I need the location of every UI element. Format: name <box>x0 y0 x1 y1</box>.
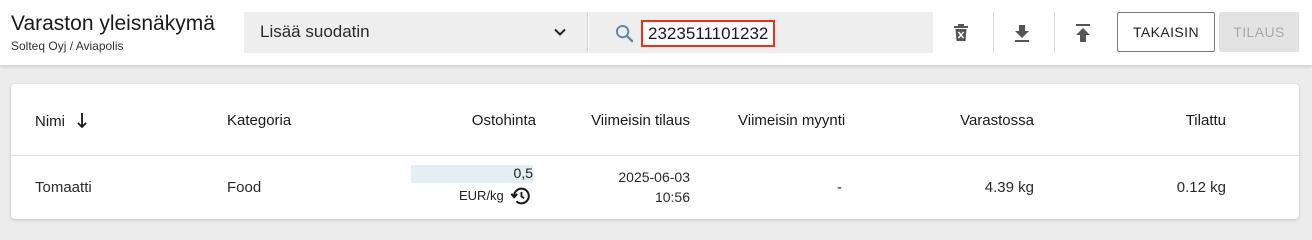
back-button[interactable]: TAKAISIN <box>1117 12 1215 52</box>
column-header-in-stock[interactable]: Varastossa <box>960 112 1034 129</box>
cell-name: Tomaatti <box>35 179 92 196</box>
upload-button[interactable] <box>1055 12 1111 53</box>
add-filter-dropdown[interactable]: Lisää suodatin <box>244 12 588 53</box>
cell-last-sale: - <box>837 179 842 196</box>
page-title: Varaston yleisnäkymä <box>11 12 215 35</box>
search-icon <box>615 24 634 43</box>
search-input[interactable]: 2323511101232 <box>641 20 776 47</box>
page-subtitle: Solteq Oyj / Aviapolis <box>11 39 124 53</box>
column-header-label: Nimi <box>35 113 65 130</box>
upload-icon <box>1076 23 1090 42</box>
order-button[interactable]: TILAUS <box>1219 12 1299 52</box>
column-header-ordered[interactable]: Tilattu <box>1186 112 1226 129</box>
cell-ordered: 0.12 kg <box>1176 179 1226 196</box>
top-bar: Varaston yleisnäkymä Solteq Oyj / Aviapo… <box>0 0 1312 66</box>
download-icon <box>1015 24 1029 42</box>
trash-icon <box>954 23 968 41</box>
cell-category: Food <box>227 179 262 196</box>
chevron-down-icon <box>554 28 566 36</box>
column-header-price[interactable]: Ostohinta <box>472 112 536 129</box>
cell-in-stock: 4.39 kg <box>984 179 1034 196</box>
search-field[interactable]: 2323511101232 <box>589 12 933 53</box>
arrow-down-icon <box>77 113 87 129</box>
column-header-last-sale[interactable]: Viimeisin myynti <box>738 112 845 129</box>
column-header-category[interactable]: Kategoria <box>227 112 291 129</box>
add-filter-label: Lisää suodatin <box>260 22 370 41</box>
cell-last-order-time: 10:56 <box>654 189 690 205</box>
price-history-icon[interactable] <box>510 185 532 207</box>
cell-price: 0,5 <box>513 165 533 181</box>
cell-last-order-date: 2025-06-03 <box>618 169 690 185</box>
cell-price-unit: EUR/kg <box>459 188 504 203</box>
delete-button[interactable] <box>933 12 989 53</box>
header-divider <box>11 155 1299 156</box>
download-button[interactable] <box>994 12 1050 53</box>
inventory-table: Nimi Kategoria Ostohinta Viimeisin tilau… <box>11 84 1299 219</box>
column-header-name[interactable]: Nimi <box>35 112 87 130</box>
column-header-last-order[interactable]: Viimeisin tilaus <box>591 112 690 129</box>
